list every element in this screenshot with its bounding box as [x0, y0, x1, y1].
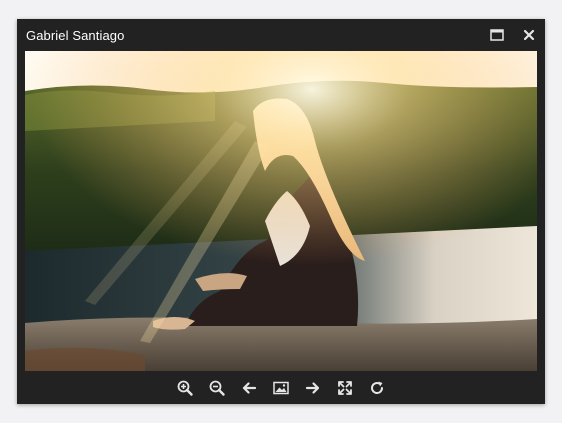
zoom-out-icon — [209, 380, 225, 396]
zoom-in-icon — [177, 380, 193, 396]
arrow-left-icon — [242, 382, 257, 394]
rotate-right-icon — [371, 381, 384, 394]
photo-viewer-image[interactable] — [25, 51, 537, 371]
next-button[interactable] — [304, 379, 322, 397]
reset-image-button[interactable] — [272, 379, 290, 397]
viewer-titlebar: Gabriel Santiago — [17, 19, 545, 51]
viewer-title: Gabriel Santiago — [26, 28, 125, 43]
viewer-toolbar — [17, 371, 545, 404]
arrow-right-icon — [305, 382, 320, 394]
zoom-in-button[interactable] — [176, 379, 194, 397]
maximize-icon — [490, 29, 504, 41]
rotate-button[interactable] — [368, 379, 386, 397]
close-icon — [523, 29, 535, 41]
image-icon — [273, 381, 289, 395]
zoom-out-button[interactable] — [208, 379, 226, 397]
photo — [25, 51, 537, 371]
maximize-button[interactable] — [489, 27, 505, 43]
fullscreen-button[interactable] — [336, 379, 354, 397]
previous-button[interactable] — [240, 379, 258, 397]
photo-viewer-window: Gabriel Santiago — [17, 19, 545, 404]
close-button[interactable] — [521, 27, 537, 43]
fullscreen-icon — [338, 381, 352, 395]
